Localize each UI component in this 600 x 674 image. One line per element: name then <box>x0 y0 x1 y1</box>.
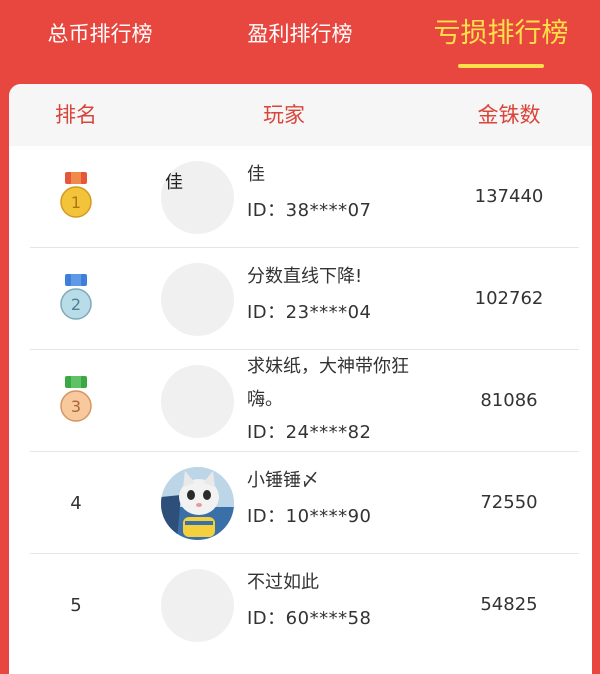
tab-total-coins[interactable]: 总币排行榜 <box>22 0 178 70</box>
bronze-medal-icon: 3 <box>60 376 92 422</box>
player-id: ID：38****07 <box>247 200 372 221</box>
cat-photo-icon <box>161 467 234 540</box>
rank-cell: 2 <box>36 248 116 350</box>
tab-loss[interactable]: 亏损排行榜 <box>420 0 582 70</box>
coin-count: 81086 <box>480 390 538 411</box>
avatar[interactable]: 佳 <box>161 161 234 234</box>
table-row[interactable]: 4 小锤锤〆 ID：10****90 72550 <box>9 452 592 554</box>
player-name-line-1: 求妹纸，大神带你狂 <box>247 356 409 377</box>
medal-rank: 2 <box>71 295 81 314</box>
player-info: 佳 ID：38****07 <box>247 146 447 248</box>
player-id: ID：24****82 <box>247 422 372 443</box>
tab-profit[interactable]: 盈利排行榜 <box>222 0 378 70</box>
player-id: ID：10****90 <box>247 506 372 527</box>
medal-rank: 3 <box>71 397 81 416</box>
rank-number: 4 <box>70 492 82 514</box>
rank-cell: 1 <box>36 146 116 248</box>
silver-medal-icon: 2 <box>60 274 92 320</box>
rank-cell: 4 <box>36 452 116 554</box>
rank-cell: 5 <box>36 554 116 656</box>
avatar[interactable] <box>161 263 234 336</box>
player-info: 小锤锤〆 ID：10****90 <box>247 452 447 554</box>
cat-photo-avatar[interactable] <box>161 467 234 540</box>
table-row[interactable]: 3 求妹纸，大神带你狂 嗨。 ID：24****82 81086 <box>9 350 592 452</box>
player-name: 小锤锤〆 <box>247 470 319 491</box>
coin-count: 102762 <box>474 288 544 309</box>
player-info: 求妹纸，大神带你狂 嗨。 ID：24****82 <box>247 350 447 452</box>
medal-rank: 1 <box>71 193 81 212</box>
coin-count: 137440 <box>474 186 544 207</box>
player-info: 分数直线下降! ID：23****04 <box>247 248 447 350</box>
gold-medal-icon: 1 <box>60 172 92 218</box>
coin-count: 72550 <box>480 492 538 513</box>
leaderboard-panel: 排名 玩家 金铢数 1 佳 佳 ID：38****07 137440 2 分数直… <box>9 84 592 674</box>
table-row[interactable]: 5 不过如此 ID：60****58 54825 <box>9 554 592 656</box>
player-id: ID：23****04 <box>247 302 372 323</box>
player-name: 分数直线下降! <box>247 266 363 287</box>
table-row[interactable]: 1 佳 佳 ID：38****07 137440 <box>9 146 592 248</box>
rank-cell: 3 <box>36 350 116 452</box>
leaderboard-tabs: 总币排行榜 盈利排行榜 亏损排行榜 <box>0 0 600 80</box>
avatar[interactable] <box>161 365 234 438</box>
active-tab-indicator <box>458 64 544 68</box>
coin-count: 54825 <box>480 594 538 615</box>
player-name-line-2: 嗨。 <box>247 389 283 410</box>
player-name: 佳 <box>247 164 265 185</box>
avatar-label: 佳 <box>165 172 183 193</box>
header-coins: 金铢数 <box>477 103 541 127</box>
player-name: 不过如此 <box>247 572 319 593</box>
table-row[interactable]: 2 分数直线下降! ID：23****04 102762 <box>9 248 592 350</box>
header-rank: 排名 <box>55 103 97 127</box>
player-info: 不过如此 ID：60****58 <box>247 554 447 656</box>
avatar[interactable] <box>161 569 234 642</box>
rank-number: 5 <box>70 594 82 616</box>
header-player: 玩家 <box>263 103 305 127</box>
player-id: ID：60****58 <box>247 608 372 629</box>
table-header: 排名 玩家 金铢数 <box>9 84 592 146</box>
